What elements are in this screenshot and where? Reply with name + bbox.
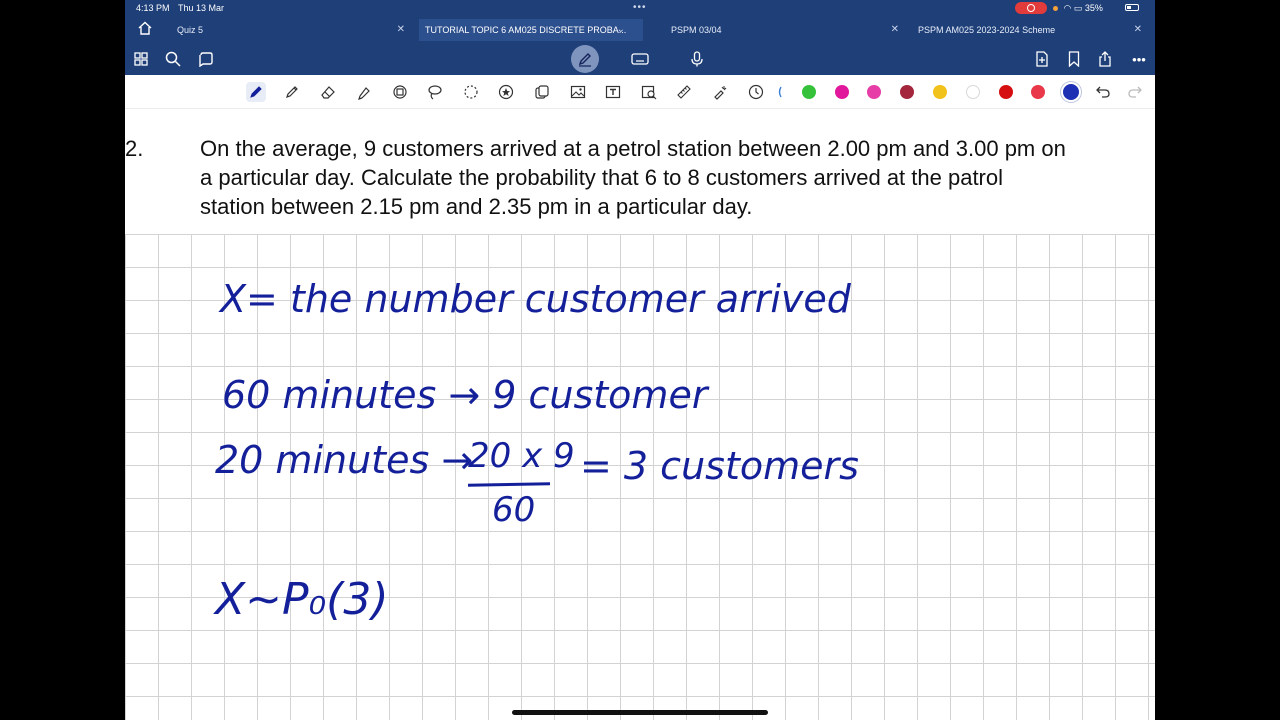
color-scroll-indicator-icon [777,82,783,102]
question-number: 2. [125,136,144,161]
selection-icon[interactable] [461,82,481,102]
bookmark-icon[interactable] [1063,48,1085,70]
notebook-page[interactable]: 2. On the average, 9 customers arrived a… [125,109,1155,720]
grid-view-icon[interactable] [130,48,152,70]
shape-icon[interactable] [390,82,410,102]
add-page-icon[interactable] [1031,48,1053,70]
status-icons: ◠ ▭ 35% [1053,3,1103,14]
color-swatch[interactable] [835,85,849,99]
highlighter-icon[interactable] [354,82,374,102]
fraction-numerator: 20 x 9 [468,436,575,476]
screen-mirror-icon: ▭ [1073,3,1083,13]
redo-icon[interactable] [1125,82,1145,102]
home-indicator[interactable] [512,710,768,715]
handwritten-definition: X= the number customer arrived [220,277,851,321]
image-icon[interactable] [568,82,588,102]
close-tab-icon[interactable]: ✕ [1134,19,1142,41]
keyboard-icon[interactable] [629,48,651,70]
tab-tutorial-topic-6[interactable]: TUTORIAL TOPIC 6 AM025 DISCRETE PROBA...… [419,19,643,41]
color-swatch[interactable] [999,85,1013,99]
chevron-down-icon[interactable]: ⌄ [617,19,625,41]
drawing-toolbar [125,75,1155,109]
question-line: a particular day. Calculate the probabil… [200,165,1004,190]
scan-icon[interactable] [639,82,659,102]
pen-mode-button[interactable] [571,45,599,73]
question-line: station between 2.15 pm and 2.35 pm in a… [200,194,753,219]
share-icon[interactable] [1095,48,1117,70]
text-icon[interactable] [603,82,623,102]
color-swatch[interactable] [933,85,947,99]
timer-icon[interactable] [746,82,766,102]
handwritten-result: = 3 customers [580,444,859,488]
laser-pointer-icon[interactable] [710,82,730,102]
tab-label: PSPM AM025 2023-2024 Scheme [918,25,1056,35]
close-tab-icon[interactable]: ✕ [891,19,899,41]
color-swatch[interactable] [966,85,980,99]
undo-icon[interactable] [1093,82,1113,102]
color-swatch-selected[interactable] [1063,84,1079,100]
ruler-icon[interactable] [674,82,694,102]
lasso-icon[interactable] [425,82,445,102]
multitask-dots-icon[interactable]: ••• [633,2,647,13]
mic-indicator-icon [1053,6,1058,12]
handwritten-scaled-rate: 20 minutes → [215,438,474,482]
search-icon[interactable] [162,48,184,70]
tab-label: TUTORIAL TOPIC 6 AM025 DISCRETE PROBA... [425,25,627,35]
tab-pspm-am025-scheme[interactable]: PSPM AM025 2023-2024 Scheme ✕ [912,19,1148,41]
more-options-icon[interactable]: ••• [1128,48,1150,70]
color-swatch[interactable] [900,85,914,99]
microphone-icon[interactable] [686,48,708,70]
status-time: 4:13 PM [136,3,170,13]
handwritten-distribution: X∼P₀(3) [215,574,389,625]
tab-label: PSPM 03/04 [671,25,722,35]
wifi-icon: ◠ [1063,3,1072,13]
pencil-icon[interactable] [282,82,302,102]
tab-quiz-5[interactable]: Quiz 5 ✕ [171,19,411,41]
tab-pspm-03-04[interactable]: PSPM 03/04 ✕ [665,19,905,41]
eraser-icon[interactable] [318,82,338,102]
color-swatch[interactable] [1031,85,1045,99]
tab-label: Quiz 5 [177,25,204,35]
handwritten-rate: 60 minutes → 9 customer [222,373,708,417]
screen-record-icon [1015,2,1047,14]
fraction-denominator: 60 [492,490,536,530]
color-swatch[interactable] [802,85,816,99]
bookmark-outline-icon[interactable] [195,48,217,70]
sticker-icon[interactable] [496,82,516,102]
home-icon[interactable] [137,20,153,36]
status-date: Thu 13 Mar [178,3,225,13]
battery-label: 35% [1084,3,1103,13]
top-bar: 4:13 PM Thu 13 Mar ••• ◠ ▭ 35% Quiz 5 ✕ … [125,0,1155,75]
pen-icon[interactable] [246,82,266,102]
battery-icon [1125,4,1139,11]
element-icon[interactable] [532,82,552,102]
color-swatch[interactable] [867,85,881,99]
ipad-screen: 4:13 PM Thu 13 Mar ••• ◠ ▭ 35% Quiz 5 ✕ … [125,0,1155,720]
question-line: On the average, 9 customers arrived at a… [200,136,1066,161]
close-tab-icon[interactable]: ✕ [397,19,405,41]
